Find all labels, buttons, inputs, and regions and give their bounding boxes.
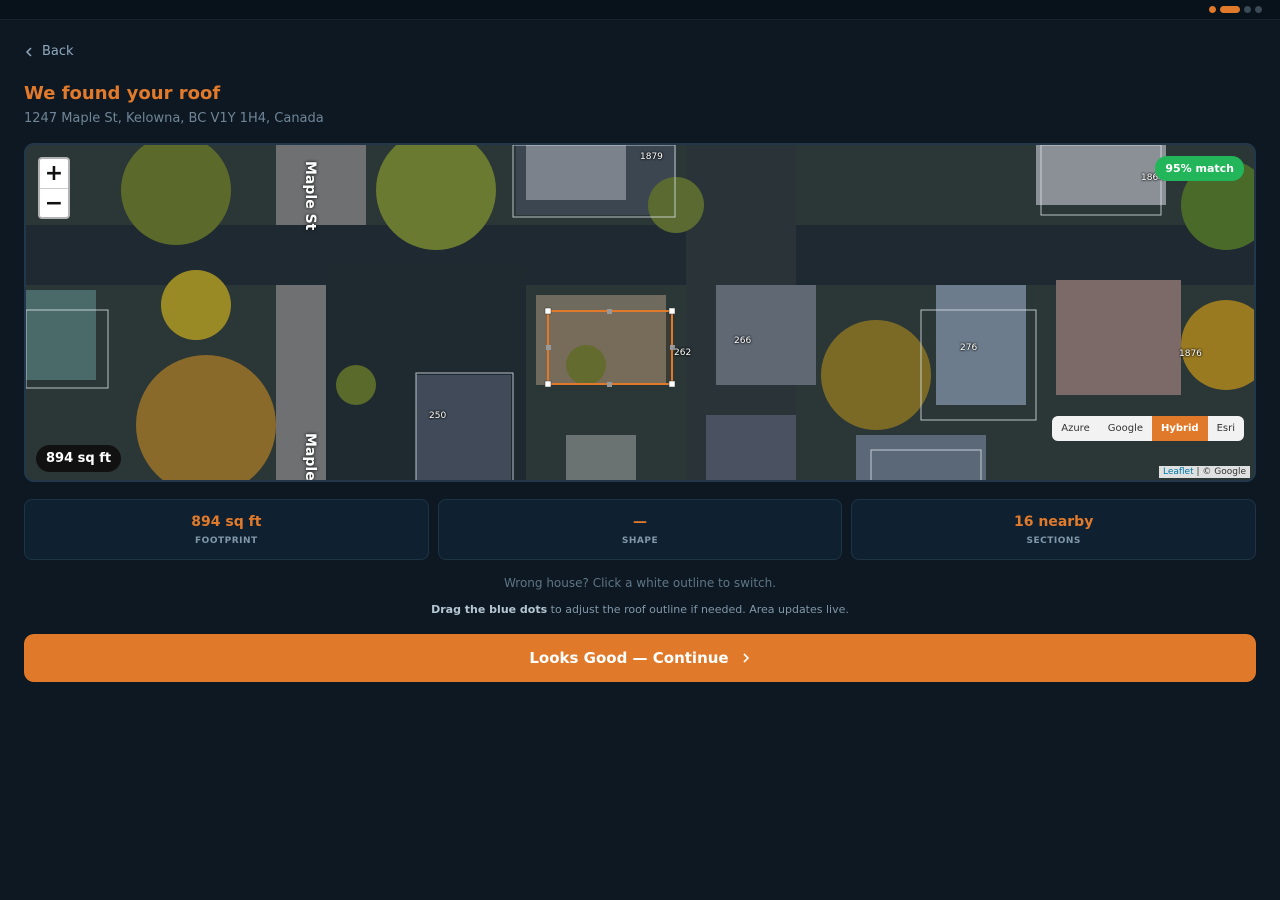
house-number: 262	[674, 348, 692, 358]
stat-value: —	[633, 514, 647, 530]
stats-row: 894 sq ft FOOTPRINT — SHAPE 16 nearby SE…	[24, 499, 1257, 560]
stat-value: 894 sq ft	[191, 514, 262, 530]
progress-step-4	[1255, 6, 1262, 13]
house-number: 1876	[1179, 349, 1202, 359]
map-attribution: Leaflet | © Google	[1158, 466, 1250, 478]
chevron-right-icon	[743, 653, 749, 663]
leaflet-link[interactable]: Leaflet	[1163, 467, 1194, 477]
address-text: 1247 Maple St, Kelowna, BC V1Y 1H4, Cana…	[24, 111, 324, 126]
step-progress	[1209, 6, 1262, 13]
page-title: We found your roof	[24, 83, 221, 104]
progress-step-2	[1220, 6, 1240, 13]
stat-shape: — SHAPE	[437, 499, 843, 560]
house-number: 250	[429, 411, 447, 421]
progress-step-3	[1244, 6, 1251, 13]
tile-google-button[interactable]: Google	[1099, 416, 1152, 441]
continue-label: Looks Good — Continue	[529, 649, 729, 667]
continue-button[interactable]: Looks Good — Continue	[24, 634, 1256, 682]
stat-label: SHAPE	[621, 536, 659, 546]
zoom-control: + −	[38, 157, 70, 219]
house-number: 1879	[640, 152, 663, 162]
stat-label: SECTIONS	[1026, 536, 1081, 546]
zoom-out-button[interactable]: −	[40, 188, 68, 217]
switch-house-hint: Wrong house? Click a white outline to sw…	[503, 576, 777, 590]
drag-hint: Drag the blue dots to adjust the roof ou…	[0, 603, 1280, 616]
house-number: 276	[960, 343, 978, 353]
tile-esri-button[interactable]: Esri	[1208, 416, 1244, 441]
stat-sections: 16 nearby SECTIONS	[851, 499, 1257, 560]
house-number: 266	[734, 336, 752, 346]
back-label: Back	[42, 44, 74, 59]
top-bar	[0, 0, 1280, 20]
street-label-bottom: Maple	[302, 433, 318, 481]
zoom-in-button[interactable]: +	[40, 159, 68, 188]
stat-label: FOOTPRINT	[195, 536, 258, 546]
satellite-map[interactable]: Maple St Maple 1879 1864 262 266 276 187…	[24, 143, 1256, 482]
back-button[interactable]: Back	[24, 44, 74, 59]
tile-azure-button[interactable]: Azure	[1052, 416, 1098, 441]
tile-source-switcher: Azure Google Hybrid Esri	[1052, 416, 1244, 441]
street-label-top: Maple St	[302, 161, 318, 231]
stat-footprint: 894 sq ft FOOTPRINT	[24, 499, 429, 560]
match-badge: 95% match	[1155, 156, 1244, 181]
attribution-text: | © Google	[1193, 467, 1247, 477]
progress-step-1	[1209, 6, 1216, 13]
area-pill: 894 sq ft	[36, 445, 122, 472]
drag-hint-text: to adjust the roof outline if needed. Ar…	[547, 603, 849, 616]
tile-hybrid-button[interactable]: Hybrid	[1152, 416, 1208, 441]
drag-hint-bold: Drag the blue dots	[431, 603, 548, 616]
chevron-left-icon	[25, 46, 32, 57]
stat-value: 16 nearby	[1014, 514, 1094, 530]
